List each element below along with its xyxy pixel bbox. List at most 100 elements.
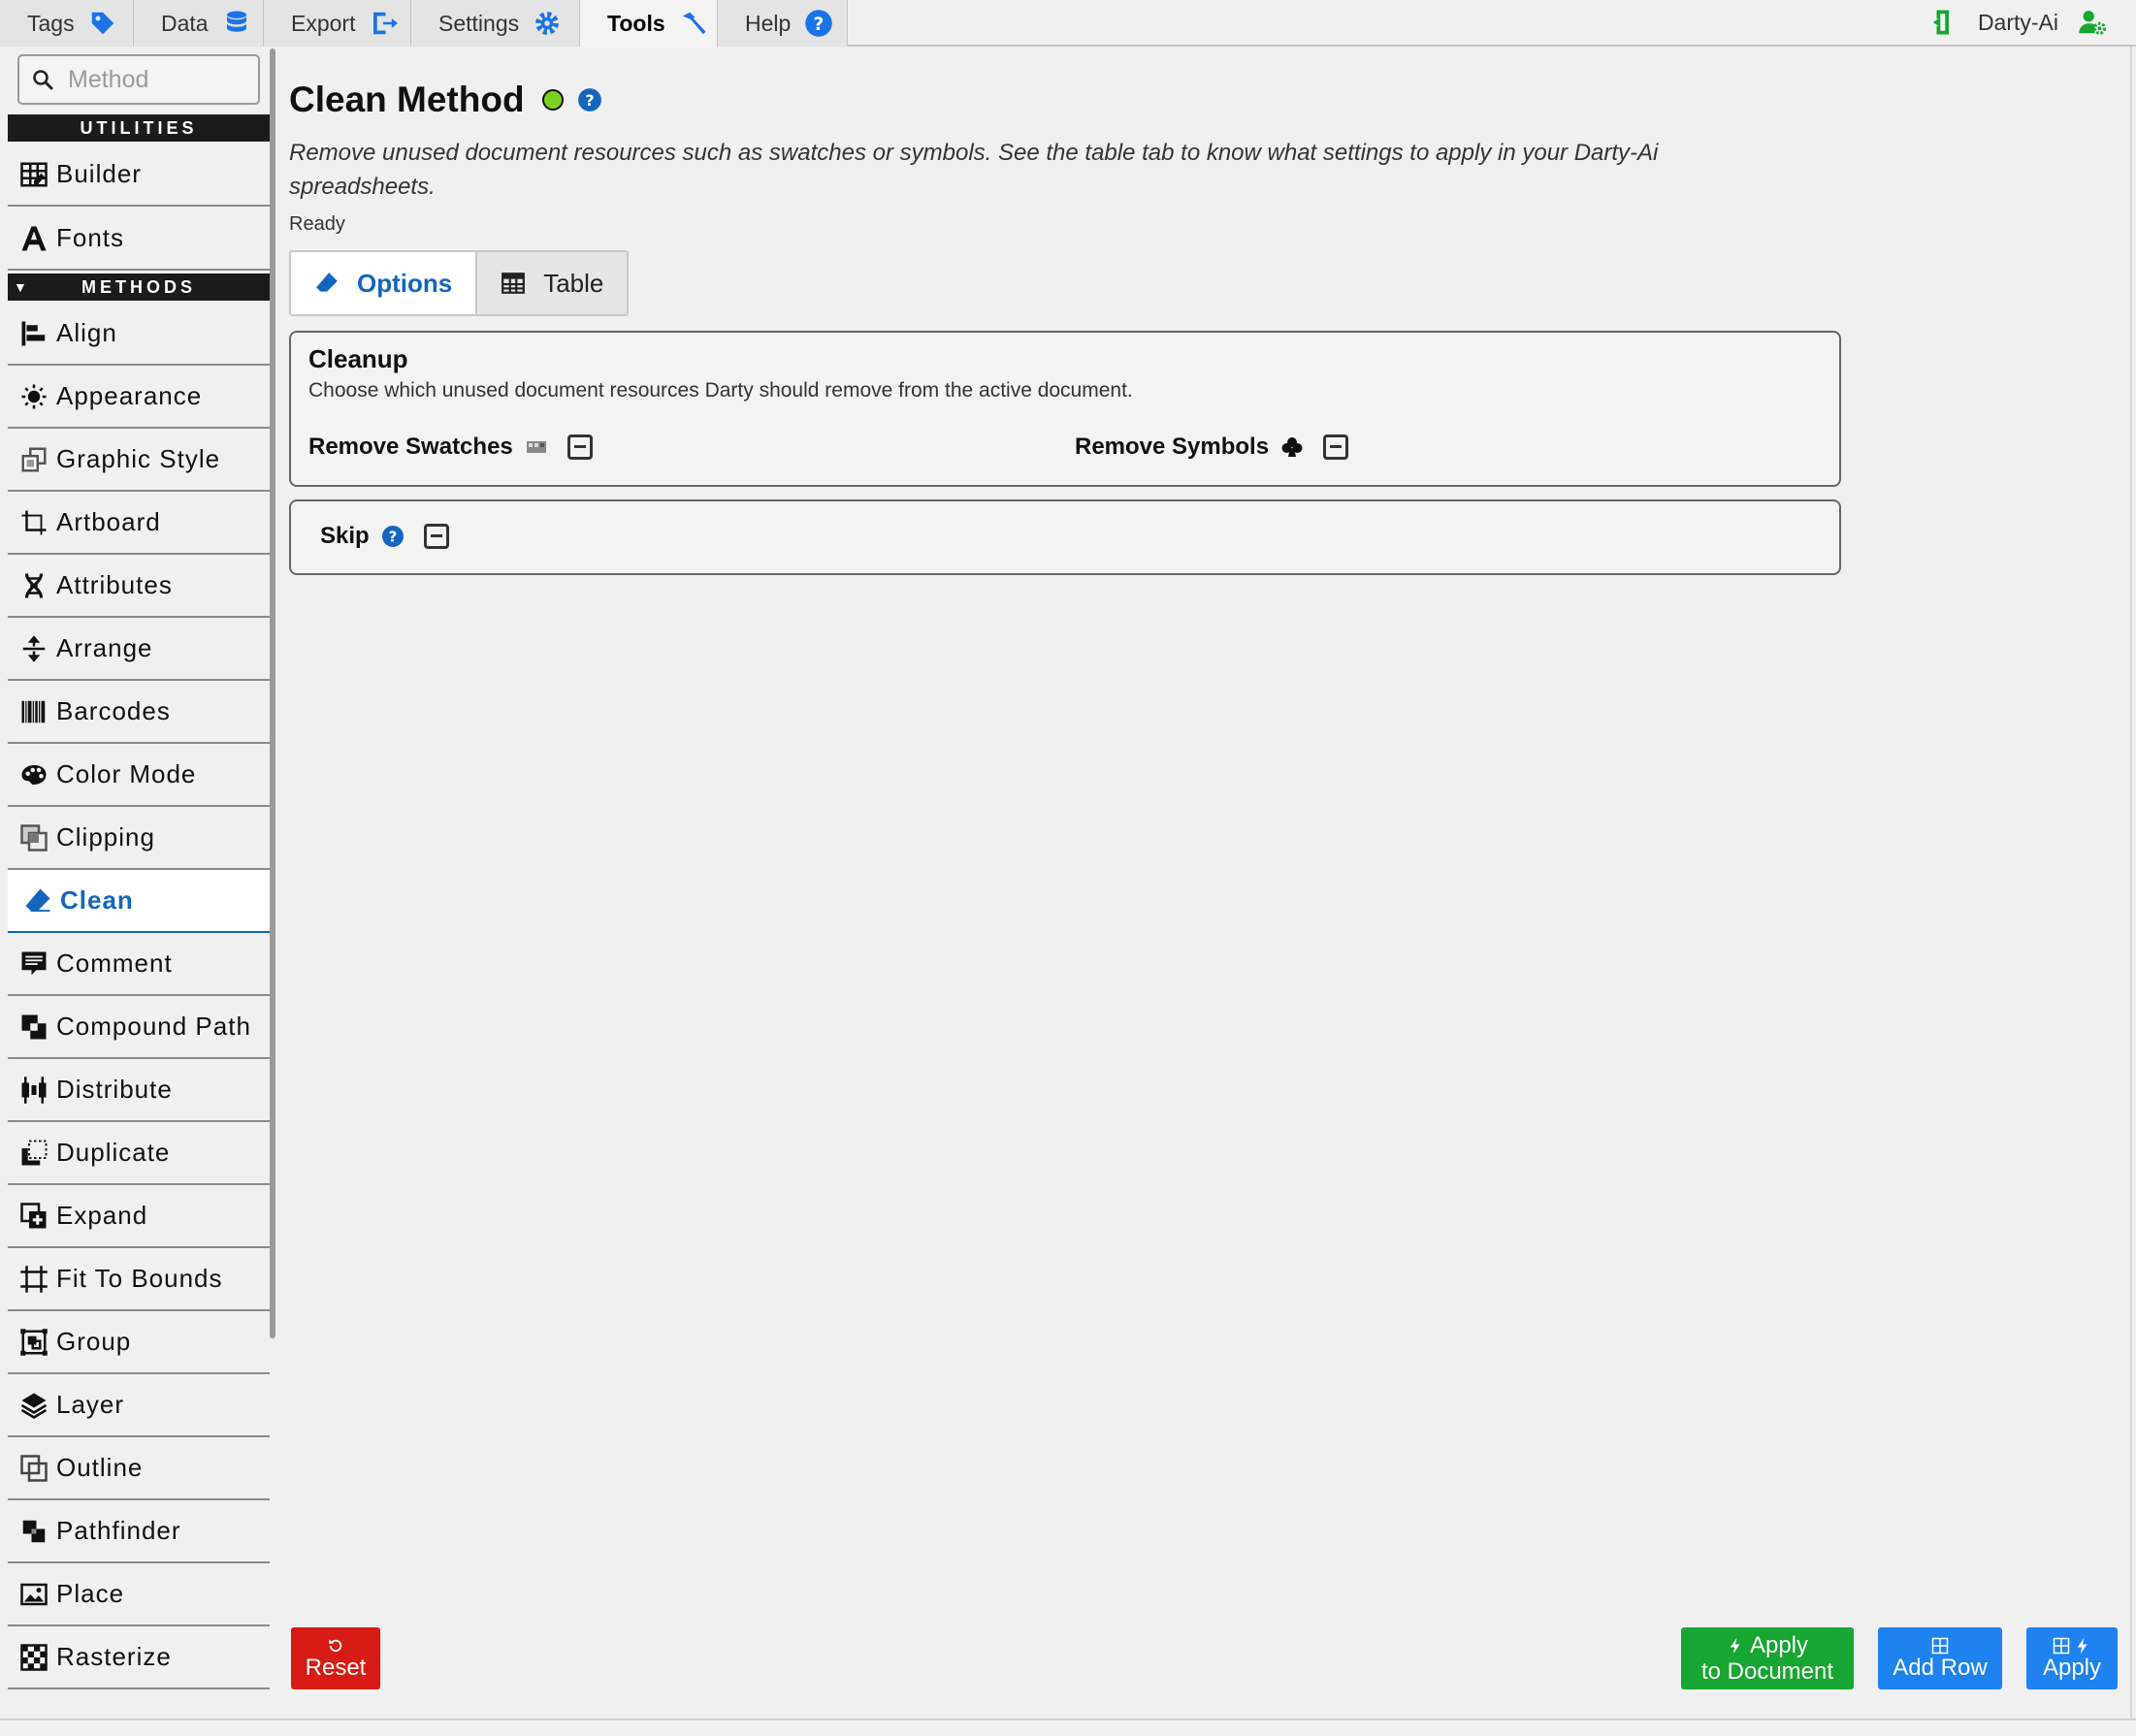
sidebar-item-graphic-style[interactable]: Graphic Style [8,429,270,492]
method-description: Remove unused document resources such as… [289,140,1659,200]
dna-icon [24,572,44,598]
method-tabs: Options Table [289,250,630,316]
graphic-style-icon [21,447,47,471]
database-icon [226,11,246,32]
tag-icon [91,12,113,35]
tab-table[interactable]: Table [477,252,628,314]
skip-checkbox[interactable] [423,524,449,549]
top-tab-bar: Tags Data Export Settings Tools Help ? D… [0,0,2136,48]
bottom-divider [0,1719,2136,1720]
help-icon[interactable]: ? [381,525,405,548]
sidebar-item-layer[interactable]: Layer [8,1374,270,1437]
remove-swatches-checkbox[interactable] [566,434,593,460]
tab-data[interactable]: Data [134,0,264,47]
sidebar-item-label: Graphic Style [56,444,221,473]
sidebar-item-place[interactable]: Place [8,1563,270,1626]
bolt-icon [2077,1637,2087,1654]
sidebar-item-duplicate[interactable]: Duplicate [8,1122,270,1185]
sidebar-item-clean[interactable]: Clean [8,870,270,933]
distribute-icon [21,1076,47,1104]
sidebar-item-rasterize[interactable]: Rasterize [8,1626,270,1689]
sidebar-item-pathfinder[interactable]: Pathfinder [8,1500,270,1563]
tab-settings[interactable]: Settings [411,0,580,47]
status-indicator-icon [541,89,564,111]
tab-tools[interactable]: Tools [580,0,718,48]
sidebar-item-fonts[interactable]: Fonts [8,208,270,271]
sidebar-item-compound-path[interactable]: Compound Path [8,996,270,1059]
sidebar-scrollbar[interactable] [270,48,275,1338]
reset-label: Reset [305,1654,367,1681]
duplicate-icon [21,1140,48,1165]
apply-to-document-button[interactable]: Apply to Document [1681,1627,1854,1689]
undo-icon [329,1638,342,1652]
sidebar-item-label: Pathfinder [56,1516,181,1545]
table-icon [502,273,526,294]
sidebar-item-barcodes[interactable]: Barcodes [8,681,270,744]
barcode-icon [21,700,46,723]
sidebar-item-clipping[interactable]: Clipping [8,807,270,870]
sidebar-item-label: Color Mode [56,759,197,788]
tab-tags[interactable]: Tags [0,0,134,47]
sidebar-item-distribute[interactable]: Distribute [8,1059,270,1122]
user-name[interactable]: Darty-Ai [1978,10,2058,36]
checkerboard-icon [20,1643,48,1671]
collapse-caret-icon[interactable]: ▼ [14,273,27,301]
outline-icon [20,1454,48,1482]
sidebar-item-color-mode[interactable]: Color Mode [8,744,270,807]
sidebar-item-align[interactable]: Align [8,303,270,366]
sidebar-item-attributes[interactable]: Attributes [8,555,270,618]
pathfinder-icon [22,1520,46,1542]
tab-options[interactable]: Options [291,252,478,314]
arrange-icon [22,634,46,662]
sidebar-item-appearance[interactable]: Appearance [8,366,270,429]
remove-symbols-checkbox[interactable] [1323,434,1349,460]
help-icon[interactable]: ? [577,87,602,113]
apply-button[interactable]: Apply [2026,1627,2118,1689]
tab-export[interactable]: Export [264,0,411,47]
artboard-icon [21,510,47,534]
sidebar-item-label: Layer [56,1390,125,1419]
methods-header[interactable]: ▼ METHODS [8,273,270,301]
table-icon [2053,1637,2070,1654]
sidebar-item-comment[interactable]: Comment [8,933,270,996]
sidebar-item-artboard[interactable]: Artboard [8,492,270,555]
sidebar-item-fit-to-bounds[interactable]: Fit To Bounds [8,1248,270,1311]
tab-tags-label: Tags [27,10,75,36]
apply-label: Apply [2042,1654,2102,1681]
image-icon [20,1583,48,1605]
swatches-icon [526,441,546,453]
sidebar-item-builder[interactable]: Builder [8,144,270,207]
sidebar-item-label: Attributes [56,570,173,599]
compound-path-icon [21,1014,47,1039]
club-icon [1281,437,1303,457]
svg-text:?: ? [585,91,594,110]
sidebar-item-group[interactable]: Group [8,1311,270,1374]
reset-button[interactable]: Reset [291,1627,380,1689]
sidebar-item-label: Group [56,1327,132,1356]
hammer-icon [682,12,706,35]
tab-table-label: Table [543,268,604,298]
add-row-button[interactable]: Add Row [1878,1627,2002,1689]
layers-icon [20,1393,48,1419]
sidebar-item-expand[interactable]: Expand [8,1185,270,1248]
remove-symbols-option: Remove Symbols [1075,434,1349,461]
method-search[interactable] [17,54,260,105]
skip-panel: Skip ? [289,499,1841,575]
tab-help[interactable]: Help ? [718,0,848,47]
help-icon: ? [805,10,833,37]
sidebar-item-arrange[interactable]: Arrange [8,618,270,681]
apply-icons [2053,1637,2091,1655]
table-builder-icon [20,162,48,186]
sidebar-item-label: Builder [56,159,142,188]
apply-doc-label-2: to Document [1700,1658,1834,1685]
sidebar-item-label: Distribute [56,1075,173,1104]
user-settings-icon[interactable] [2078,8,2107,37]
table-add-icon [1931,1637,1949,1654]
sidebar-item-label: Compound Path [56,1012,251,1041]
sidebar-item-outline[interactable]: Outline [8,1437,270,1500]
sign-in-icon[interactable] [1929,8,1958,37]
search-input[interactable] [68,65,243,94]
group-icon [20,1328,48,1356]
status-text: Ready [289,213,345,235]
remove-swatches-option: Remove Swatches [308,434,593,461]
